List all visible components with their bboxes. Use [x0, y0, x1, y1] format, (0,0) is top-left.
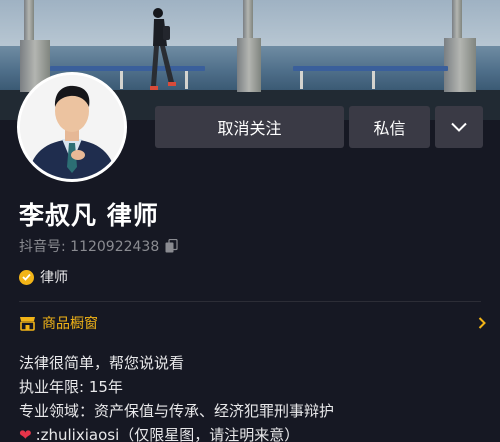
bio-line: 法律很简单，帮您说说看: [19, 354, 185, 372]
more-options-button[interactable]: [435, 106, 483, 148]
bio: 法律很简单，帮您说说看 执业年限: 15年 专业领域：资产保值与传承、经济犯罪刑…: [19, 351, 334, 442]
cover-pillar: [452, 0, 462, 40]
avatar-portrait: [20, 75, 124, 179]
cover-pillar-base: [444, 38, 476, 92]
cover-bench: [50, 66, 205, 71]
verification-label: 律师: [40, 270, 68, 286]
verified-badge-icon: [19, 269, 34, 285]
shop-window-row[interactable]: 商品橱窗: [19, 311, 486, 335]
unfollow-button[interactable]: 取消关注: [155, 106, 344, 148]
cover-pillar: [24, 0, 34, 40]
bio-contact-text: :zhulixiaosi（仅限星图，请注明来意）: [35, 426, 300, 442]
profile-name: 李叔凡 律师: [19, 201, 159, 230]
cover-pillar: [243, 0, 253, 40]
heart-icon: ❤: [19, 426, 32, 442]
douyin-id-text: 抖音号: 1120922438: [19, 239, 160, 255]
unfollow-button-label: 取消关注: [217, 119, 282, 138]
message-button-label: 私信: [373, 119, 406, 138]
message-button[interactable]: 私信: [349, 106, 430, 148]
bio-line-contact: ❤ :zhulixiaosi（仅限星图，请注明来意）: [19, 423, 334, 442]
chevron-right-icon: [478, 317, 486, 329]
bio-line: 执业年限: 15年: [19, 378, 123, 396]
chevron-down-icon: [451, 122, 467, 132]
divider: [19, 301, 481, 302]
avatar[interactable]: [17, 72, 127, 182]
verification-row: 律师: [19, 267, 68, 287]
cover-person-figure: [150, 8, 176, 90]
douyin-id-row: 抖音号: 1120922438: [19, 236, 178, 256]
copy-icon[interactable]: [165, 239, 178, 253]
bio-line: 专业领域：资产保值与传承、经济犯罪刑事辩护: [19, 402, 335, 420]
shop-icon: [20, 316, 35, 331]
shop-window-label: 商品橱窗: [42, 316, 98, 332]
cover-pillar-base: [237, 38, 261, 92]
cover-bench: [293, 66, 448, 71]
